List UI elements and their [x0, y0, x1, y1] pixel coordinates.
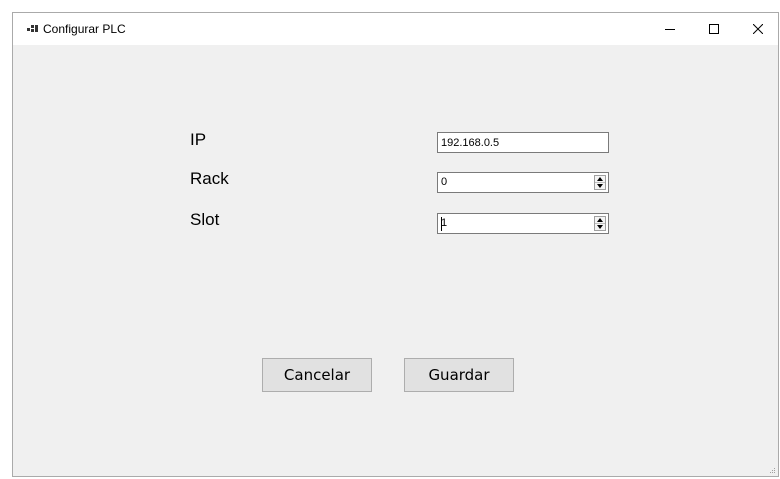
rack-stepper[interactable]: 0 [437, 172, 609, 193]
maximize-icon [709, 24, 719, 34]
rack-increment-button[interactable] [595, 176, 605, 183]
configurar-plc-window: Configurar PLC IP Rack 0 [12, 12, 779, 477]
slot-spin-buttons [594, 216, 606, 231]
minimize-button[interactable] [648, 13, 692, 45]
slot-label: Slot [190, 210, 220, 229]
rack-decrement-button[interactable] [595, 183, 605, 189]
rack-value: 0 [441, 176, 448, 188]
ip-input[interactable] [437, 132, 609, 153]
close-button[interactable] [736, 13, 780, 45]
resize-grip-icon[interactable] [768, 466, 776, 474]
arrow-up-icon [597, 177, 603, 181]
save-button[interactable]: Guardar [404, 358, 514, 392]
title-bar[interactable]: Configurar PLC [13, 13, 778, 45]
arrow-up-icon [597, 218, 603, 222]
slot-increment-button[interactable] [595, 217, 605, 224]
rack-label: Rack [190, 169, 229, 188]
maximize-button[interactable] [692, 13, 736, 45]
slot-value: 1 [441, 217, 448, 229]
slot-decrement-button[interactable] [595, 224, 605, 230]
minimize-icon [665, 29, 675, 30]
app-icon [27, 25, 38, 32]
window-title: Configurar PLC [43, 22, 126, 36]
ip-label: IP [190, 130, 207, 149]
rack-spin-buttons [594, 175, 606, 190]
slot-stepper[interactable]: 1 [437, 213, 609, 234]
close-icon [753, 24, 763, 34]
arrow-down-icon [597, 225, 603, 229]
cancel-button[interactable]: Cancelar [262, 358, 372, 392]
arrow-down-icon [597, 184, 603, 188]
